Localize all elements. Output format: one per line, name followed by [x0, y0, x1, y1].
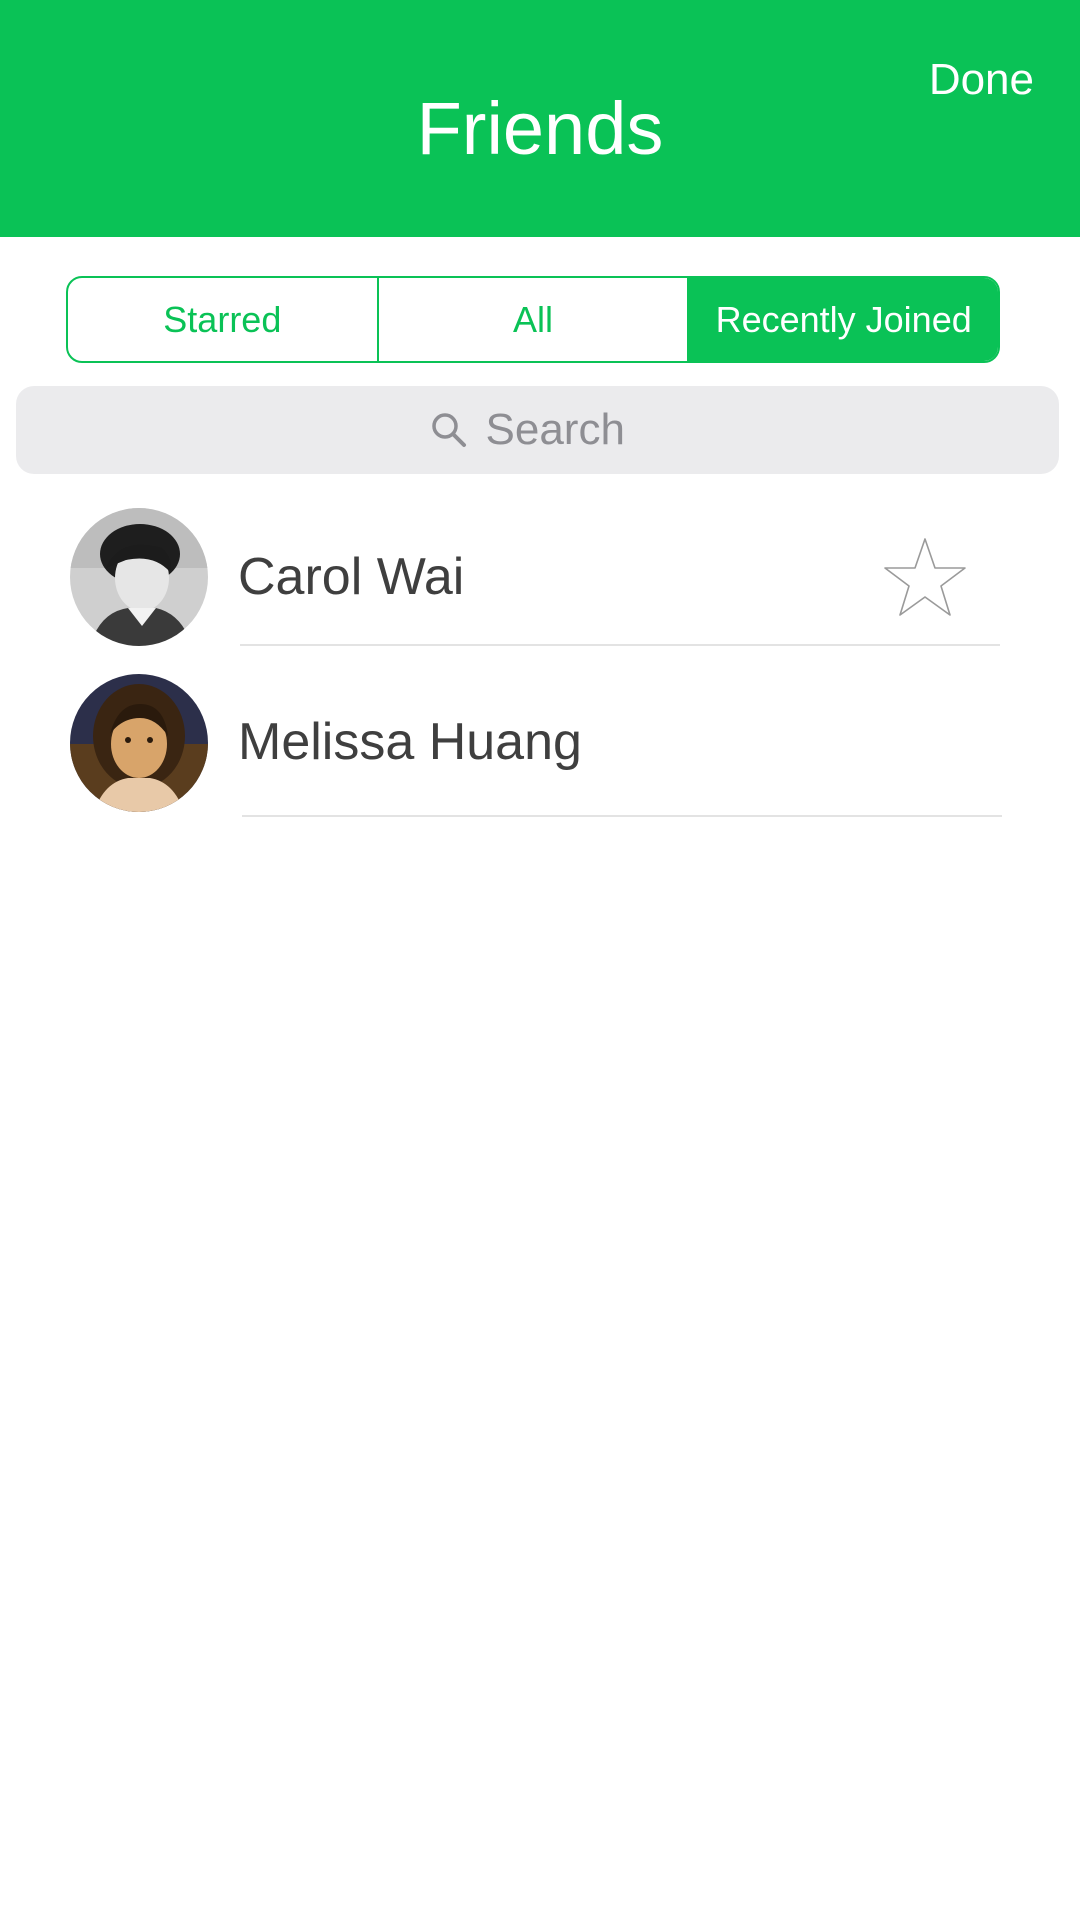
segment-recently-joined[interactable]: Recently Joined [689, 278, 998, 361]
friends-screen: Friends Done Starred All Recently Joined [0, 0, 1080, 1920]
segment-starred[interactable]: Starred [68, 278, 379, 361]
star-outline-icon[interactable] [882, 536, 968, 618]
search-icon [430, 411, 468, 449]
search-input[interactable] [485, 405, 646, 455]
row-divider [242, 815, 1002, 817]
row-divider [240, 644, 1000, 646]
page-title: Friends [416, 87, 664, 170]
navigation-header: Friends Done [0, 0, 1080, 237]
avatar [70, 674, 208, 812]
segmented-control: Starred All Recently Joined [66, 276, 1000, 363]
friend-name: Carol Wai [238, 548, 465, 606]
segment-all[interactable]: All [379, 278, 690, 361]
friend-row-carol-wai[interactable]: Carol Wai [0, 504, 1080, 664]
done-button[interactable]: Done [929, 58, 1034, 102]
friend-row-melissa-huang[interactable]: Melissa Huang [0, 672, 1080, 832]
friend-name: Melissa Huang [238, 713, 582, 771]
search-bar[interactable] [16, 386, 1059, 474]
avatar [70, 508, 208, 646]
